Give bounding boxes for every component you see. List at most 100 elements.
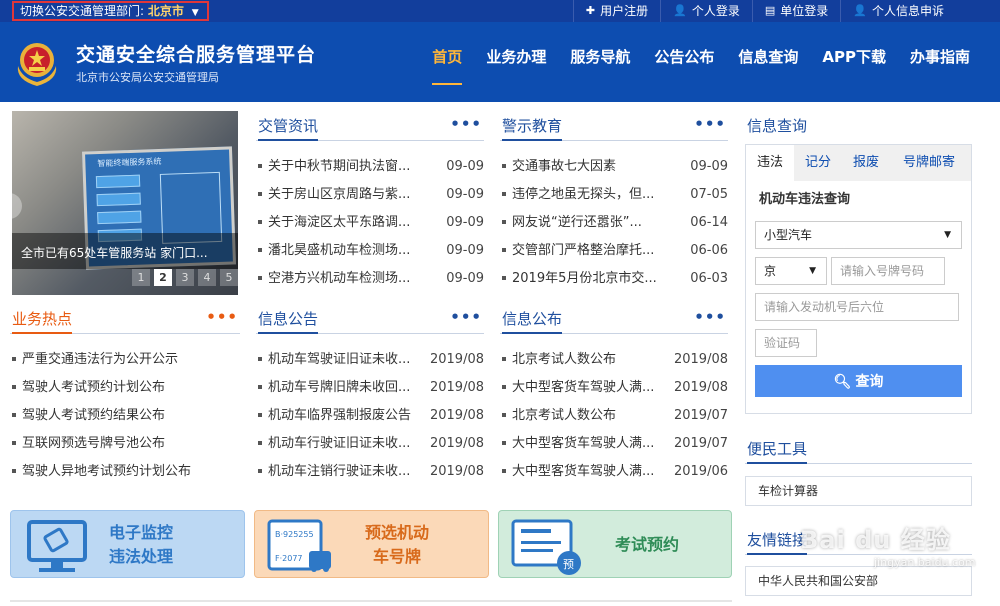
list-item[interactable]: 大中型客货车驾驶人满... 2019/07 (500, 430, 728, 458)
carousel-dot-2[interactable]: 2 (154, 269, 172, 286)
news-carousel[interactable]: 智能终端服务系统 全市已有65处车管服务站 家门口... 1 2 3 4 5 (12, 111, 238, 295)
list-item[interactable]: 关于中秋节期间执法窗... 09-09 (256, 153, 484, 181)
list-item[interactable]: 关于海淀区太平东路调... 09-09 (256, 209, 484, 237)
province-select[interactable]: 京 ▼ (755, 257, 827, 285)
list-item[interactable]: 机动车临界强制报废公告 2019/08 (256, 402, 484, 430)
query-tabs: 违法 记分 报废 号牌邮寄 (746, 145, 971, 181)
tab-points[interactable]: 记分 (794, 145, 842, 181)
item-date: 06-03 (690, 271, 728, 286)
nav-info-query[interactable]: 信息查询 (726, 22, 810, 102)
bullet-icon (502, 275, 506, 280)
plate-number-input[interactable] (831, 257, 945, 285)
engine-number-input[interactable] (755, 293, 959, 321)
list-item[interactable]: 机动车行驶证旧证未收... 2019/08 (256, 430, 484, 458)
publish-panel-header: 信息公布 ••• (500, 306, 728, 334)
carousel-dot-3[interactable]: 3 (176, 269, 194, 286)
hot-panel-header: 业务热点 ••• (10, 306, 240, 334)
item-title: 大中型客货车驾驶人满... (512, 380, 655, 395)
inspection-calculator-link[interactable]: 车检计算器 (745, 476, 972, 506)
mps-link[interactable]: 中华人民共和国公安部 (745, 566, 972, 596)
list-item[interactable]: 严重交通违法行为公开公示 (10, 346, 242, 374)
publish-more-button[interactable]: ••• (694, 308, 726, 326)
tools-panel-title: 便民工具 (747, 438, 808, 464)
region-switcher[interactable]: 切换公安交通管理部门: 北京市 ▼ (12, 1, 209, 21)
item-date: 2019/08 (429, 352, 484, 367)
item-title: 2019年5月份北京市交... (512, 271, 657, 286)
bullet-icon (258, 356, 262, 361)
carousel-caption[interactable]: 全市已有65处车管服务站 家门口... (21, 244, 208, 261)
list-item[interactable]: 北京考试人数公布 2019/07 (500, 402, 728, 430)
plate-preselect-tile[interactable]: B·925255 F·2077 预选机动 车号牌 (254, 510, 489, 578)
nav-service-guide[interactable]: 服务导航 (558, 22, 642, 102)
query-panel-header: 信息查询 (745, 113, 972, 141)
plus-icon: ✚ (585, 4, 596, 17)
list-item[interactable]: 机动车驾驶证旧证未收... 2019/08 (256, 346, 484, 374)
list-item[interactable]: 互联网预选号牌号池公布 (10, 430, 242, 458)
list-item[interactable]: 北京考试人数公布 2019/08 (500, 346, 728, 374)
carousel-prev-arrow[interactable] (12, 193, 22, 219)
watermark-url: jingyan.baidu.com (874, 556, 976, 569)
exam-booking-tile[interactable]: 预 考试预约 (498, 510, 732, 578)
carousel-dot-5[interactable]: 5 (220, 269, 238, 286)
tab-scrap[interactable]: 报废 (842, 145, 890, 181)
bullet-icon (258, 468, 262, 473)
register-link[interactable]: ✚ 用户注册 (572, 0, 660, 22)
carousel-dot-1[interactable]: 1 (132, 269, 150, 286)
list-item[interactable]: 2019年5月份北京市交... 06-03 (500, 265, 728, 293)
list-item[interactable]: 违停之地虽无探头，但... 07-05 (500, 181, 728, 209)
tab-violation[interactable]: 违法 (746, 145, 795, 181)
document-icon: ▤ (764, 4, 776, 17)
list-item[interactable]: 空港方兴机动车检测场... 09-09 (256, 265, 484, 293)
unit-login-link[interactable]: ▤ 单位登录 (751, 0, 840, 22)
carousel-dot-4[interactable]: 4 (198, 269, 216, 286)
item-title: 关于海淀区太平东路调... (268, 215, 411, 230)
bullet-icon (502, 440, 506, 445)
item-date: 09-09 (446, 271, 484, 286)
list-item[interactable]: 关于房山区京周路与紫... 09-09 (256, 181, 484, 209)
list-item[interactable]: 驾驶人考试预约结果公布 (10, 402, 242, 430)
bullet-icon (502, 468, 506, 473)
nav-app-download[interactable]: APP下载 (810, 22, 898, 102)
list-item[interactable]: 大中型客货车驾驶人满... 2019/08 (500, 374, 728, 402)
nav-announcements[interactable]: 公告公布 (642, 22, 726, 102)
plate-text-bottom: F·2077 (275, 554, 303, 563)
links-panel-title: 友情链接 (747, 529, 808, 555)
list-item[interactable]: 潘北昊盛机动车检测场... 09-09 (256, 237, 484, 265)
list-item[interactable]: 网友说“逆行还嚣张”... 06-14 (500, 209, 728, 237)
tools-panel-header: 便民工具 (745, 436, 972, 464)
personal-login-link[interactable]: 👤 个人登录 (660, 0, 752, 22)
list-item[interactable]: 大中型客货车驾驶人满... 2019/06 (500, 458, 728, 486)
warning-list: 交通事故七大因素 09-09 违停之地虽无探头，但... 07-05 网友说“逆行还… (500, 153, 728, 293)
notice-more-button[interactable]: ••• (450, 308, 482, 326)
news-more-button[interactable]: ••• (450, 115, 482, 133)
province-value: 京 (764, 264, 777, 278)
appeal-link[interactable]: 👤 个人信息申诉 (840, 0, 956, 22)
vehicle-type-select[interactable]: 小型汽车 ▼ (755, 221, 962, 249)
list-item[interactable]: 机动车注销行驶证未收... 2019/08 (256, 458, 484, 486)
list-item[interactable]: 驾驶人异地考试预约计划公布 (10, 458, 242, 486)
nav-business[interactable]: 业务办理 (474, 22, 558, 102)
list-item[interactable]: 驾驶人考试预约计划公布 (10, 374, 242, 402)
item-title: 驾驶人异地考试预约计划公布 (22, 464, 192, 479)
bullet-icon (12, 412, 16, 417)
search-button[interactable]: 🔍︎ 查询 (755, 365, 962, 397)
bullet-icon (502, 163, 506, 168)
item-title: 机动车号牌旧牌未收回... (268, 380, 411, 395)
warning-more-button[interactable]: ••• (694, 115, 726, 133)
electronic-monitoring-tile[interactable]: 电子监控 违法处理 (10, 510, 245, 578)
nav-home[interactable]: 首页 (420, 22, 474, 102)
item-date: 09-09 (446, 243, 484, 258)
item-title: 关于中秋节期间执法窗... (268, 159, 411, 174)
captcha-input[interactable] (755, 329, 817, 357)
list-item[interactable]: 交通事故七大因素 09-09 (500, 153, 728, 181)
list-item[interactable]: 机动车号牌旧牌未收回... 2019/08 (256, 374, 484, 402)
item-title: 交管部门严格整治摩托... (512, 243, 655, 258)
list-item[interactable]: 交管部门严格整治摩托... 06-06 (500, 237, 728, 265)
tab-plate-mail[interactable]: 号牌邮寄 (892, 145, 971, 181)
hot-more-button[interactable]: ••• (206, 308, 238, 326)
tile-line: 违法处理 (109, 547, 174, 566)
personal-login-label: 个人登录 (691, 4, 740, 18)
nav-handbook[interactable]: 办事指南 (898, 22, 982, 102)
police-emblem-icon (17, 43, 57, 86)
site-header: 交通安全综合服务管理平台 北京市公安局公安交通管理局 首页 业务办理 服务导航 … (0, 22, 1000, 102)
